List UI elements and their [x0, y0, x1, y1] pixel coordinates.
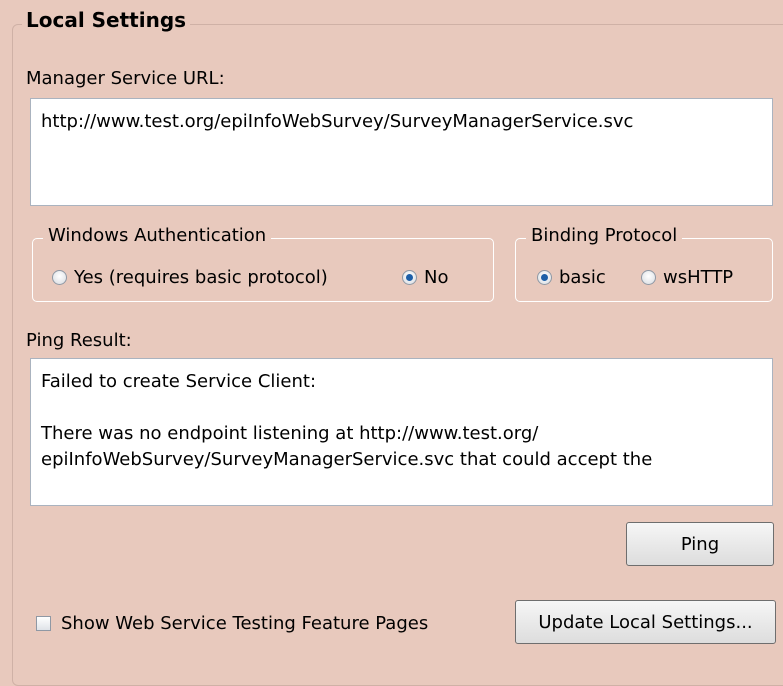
radio-selected-icon: [402, 270, 417, 285]
windows-auth-no-radio[interactable]: No: [402, 267, 448, 288]
binding-protocol-title: Binding Protocol: [526, 225, 683, 246]
ping-result-textarea[interactable]: Failed to create Service Client: There w…: [30, 358, 773, 506]
ping-button[interactable]: Ping: [626, 522, 774, 566]
checkbox-icon: [36, 616, 51, 631]
windows-auth-no-label: No: [424, 267, 449, 288]
windows-auth-yes-label: Yes (requires basic protocol): [74, 267, 328, 288]
windows-auth-yes-radio[interactable]: Yes (requires basic protocol): [52, 267, 328, 288]
radio-unselected-icon: [52, 270, 67, 285]
binding-wshttp-label: wsHTTP: [663, 267, 734, 288]
show-testing-pages-label: Show Web Service Testing Feature Pages: [61, 613, 429, 634]
radio-unselected-icon: [641, 270, 656, 285]
local-settings-title: Local Settings: [22, 8, 191, 32]
ping-result-label: Ping Result:: [26, 330, 132, 351]
binding-basic-label: basic: [559, 267, 606, 288]
manager-url-label: Manager Service URL:: [26, 68, 225, 89]
update-local-settings-button[interactable]: Update Local Settings...: [515, 600, 776, 644]
show-testing-pages-checkbox[interactable]: Show Web Service Testing Feature Pages: [36, 613, 428, 634]
manager-url-input[interactable]: http://www.test.org/epiInfoWebSurvey/Sur…: [30, 98, 773, 206]
windows-auth-title: Windows Authentication: [43, 225, 272, 246]
radio-selected-icon: [537, 270, 552, 285]
binding-wshttp-radio[interactable]: wsHTTP: [641, 267, 733, 288]
binding-basic-radio[interactable]: basic: [537, 267, 606, 288]
